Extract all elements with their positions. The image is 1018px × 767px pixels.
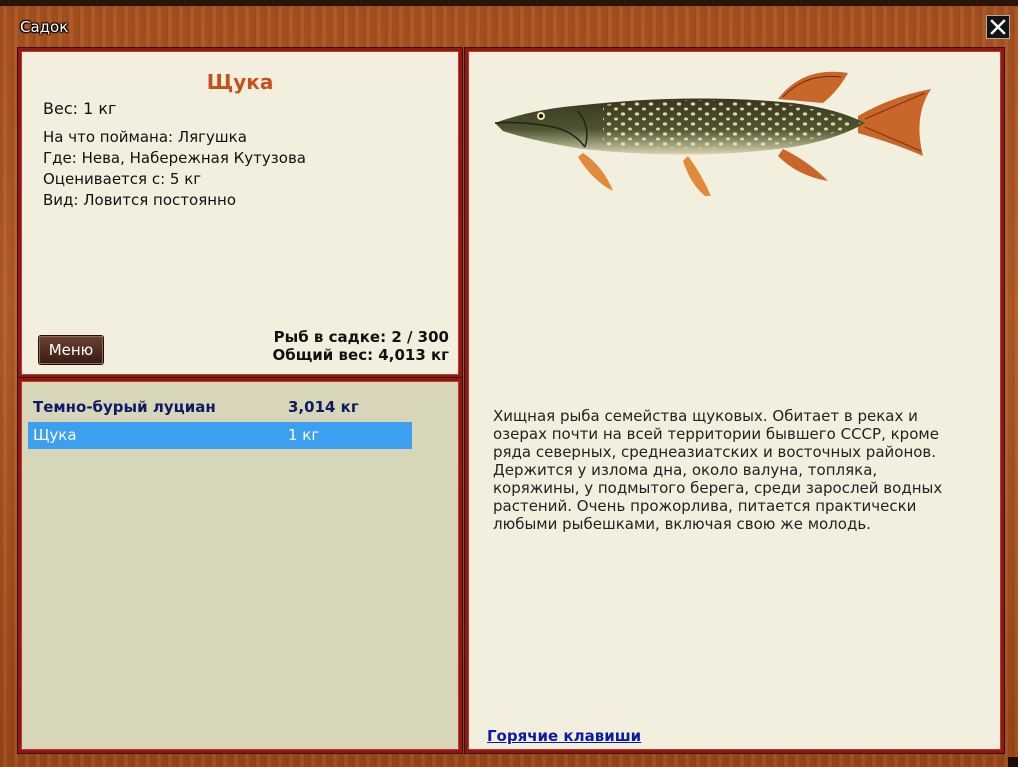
list-item[interactable]: Темно-бурый луциан 3,014 кг (28, 394, 412, 421)
fish-info-panel: Щука Вес: 1 кг На что поймана: Лягушка Г… (18, 48, 462, 378)
window-title: Садок (20, 18, 69, 36)
caught-with: На что поймана: Лягушка (43, 128, 247, 146)
list-item-weight: 3,014 кг (288, 398, 359, 416)
valued-from: Оценивается с: 5 кг (43, 170, 202, 188)
menu-button[interactable]: Меню (39, 336, 103, 364)
hotkeys-link[interactable]: Горячие клавиши (487, 727, 641, 745)
close-icon (990, 19, 1006, 35)
fish-keeper-window: Садок Щука Вес: 1 кг На что поймана: Ляг… (0, 0, 1018, 767)
list-item-weight: 1 кг (288, 426, 320, 444)
top-strip (0, 0, 1018, 6)
fish-description-panel: Хищная рыба семейства щуковых. Обитает в… (465, 48, 1004, 753)
pike-fish-image (494, 71, 931, 196)
fish-name: Щука (206, 70, 274, 94)
catch-list-panel: Темно-бурый луциан 3,014 кг Щука 1 кг (18, 378, 462, 753)
window-corner (1008, 757, 1018, 767)
total-weight: Общий вес: 4,013 кг (272, 346, 449, 364)
list-item-name: Щука (33, 426, 77, 444)
species-availability: Вид: Ловится постоянно (43, 191, 237, 209)
fish-description: Хищная рыба семейства щуковых. Обитает в… (493, 407, 943, 533)
fish-details: На что поймана: Лягушка Где: Нева, Набер… (43, 127, 306, 211)
caught-where: Где: Нева, Набережная Кутузова (43, 149, 306, 167)
list-item-selected[interactable]: Щука 1 кг (28, 422, 412, 449)
fish-count: Рыб в садке: 2 / 300 (273, 328, 449, 346)
close-button[interactable] (986, 15, 1010, 39)
keeper-stats: Рыб в садке: 2 / 300 Общий вес: 4,013 кг (272, 328, 449, 364)
fish-weight: Вес: 1 кг (43, 99, 117, 118)
list-item-name: Темно-бурый луциан (33, 398, 216, 416)
